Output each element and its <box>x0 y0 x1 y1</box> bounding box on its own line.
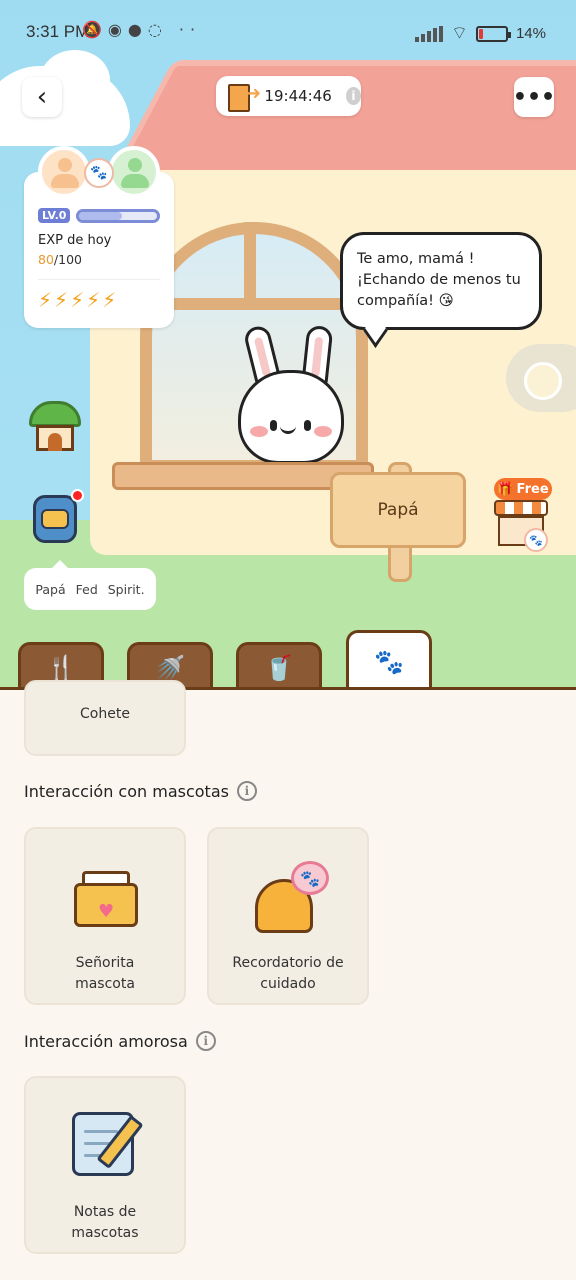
window-frame-vertical <box>244 222 256 302</box>
info-icon[interactable]: i <box>195 1031 216 1051</box>
backpack-icon <box>29 489 84 545</box>
lightning-bolt-icon: ⚡ <box>86 288 101 312</box>
battery-percent: 14% <box>515 25 546 42</box>
sign-label: Papá <box>377 500 419 520</box>
side-handle[interactable] <box>506 344 576 412</box>
lightning-bolt-icon: ⚡ <box>38 288 53 312</box>
info-icon[interactable]: i <box>345 87 361 105</box>
free-badge: 🎁 Free <box>494 478 552 500</box>
pets-interaction-icon: 🐾 <box>374 647 404 676</box>
energy-bolts: ⚡ ⚡ ⚡ ⚡ ⚡ <box>38 279 160 312</box>
mom-avatar[interactable] <box>38 146 90 198</box>
house-icon <box>29 399 81 451</box>
leave-timer[interactable]: 19:44:46 i <box>216 76 361 116</box>
bunny-right-cheek <box>314 426 332 437</box>
exp-current: 80 <box>38 252 54 267</box>
care-reminder-card[interactable]: 🐾 Recordatorio de cuidado <box>207 827 369 1005</box>
window-frame-horizontal <box>140 298 368 310</box>
bunny-left-eye <box>270 420 277 431</box>
tab-drink[interactable]: 🥤 <box>236 642 322 690</box>
rocket-card[interactable]: Cohete <box>24 680 186 756</box>
battery-icon <box>475 25 511 42</box>
interaction-panel: Cohete Interacción con mascotas i ♥ Seño… <box>0 680 576 1280</box>
section-pet-interaction: Interacción con mascotas i <box>24 781 257 801</box>
free-label: Free <box>516 481 549 497</box>
speech-bubble: Te amo, mamá ! ¡Echando de menos tu comp… <box>340 232 542 330</box>
battery-fill <box>478 28 483 39</box>
level-progress-bar <box>76 208 160 223</box>
pet-letter-label-2: mascota <box>75 976 135 992</box>
pet-letter-card[interactable]: ♥ Señorita mascota <box>24 827 186 1005</box>
bunny-pet[interactable] <box>238 370 344 464</box>
gift-icon: 🎁 <box>497 481 514 497</box>
section-title-love: Interacción amorosa <box>24 1031 188 1051</box>
care-reminder-label-2: cuidado <box>260 976 316 992</box>
pet-notes-card[interactable]: Notas de mascotas <box>24 1076 186 1254</box>
exp-total: /100 <box>53 252 82 267</box>
level-progress-fill <box>79 211 123 220</box>
lightning-bolt-icon: ⚡ <box>102 288 117 312</box>
pet-notes-label-2: mascotas <box>71 1225 139 1241</box>
back-button[interactable]: ‹ <box>22 77 62 117</box>
lightning-bolt-icon: ⚡ <box>70 288 85 312</box>
rocket-label: Cohete <box>80 706 130 722</box>
pet-house-button[interactable] <box>26 396 84 454</box>
section-love-interaction: Interacción amorosa i <box>24 1031 216 1051</box>
pet-scene: Te amo, mamá ! ¡Echando de menos tu comp… <box>0 0 576 690</box>
speech-line-3: compañía! 😘 <box>357 293 454 309</box>
bunny-left-cheek <box>250 426 268 437</box>
pet-letter-label-1: Señorita <box>75 955 135 971</box>
signal-icon <box>415 25 444 42</box>
notification-icons: 🔕◉●◌ ·· <box>82 20 202 39</box>
timer-value: 19:44:46 <box>264 87 332 105</box>
shower-icon: 🚿 <box>155 653 185 682</box>
status-right: ⌔ 14% <box>415 22 546 45</box>
more-options-button[interactable]: ••• <box>512 77 556 117</box>
dad-avatar[interactable] <box>108 146 160 198</box>
pet-notes-label-1: Notas de <box>73 1204 137 1220</box>
notification-dot <box>71 489 84 502</box>
care-reminder-label-1: Recordatorio de <box>232 955 344 971</box>
backpack-button[interactable] <box>26 488 84 546</box>
name-sign[interactable]: Papá <box>330 472 466 548</box>
status-time: 3:31 PM <box>26 22 90 41</box>
notes-icon <box>72 1108 144 1178</box>
bunny-right-eye <box>304 420 311 431</box>
door-exit-icon <box>228 83 262 112</box>
level-badge: LV.0 <box>38 208 71 223</box>
info-icon[interactable]: i <box>236 781 257 801</box>
lightning-bolt-icon: ⚡ <box>54 288 69 312</box>
shop-button[interactable]: 🎁 Free 🐾 <box>490 478 552 552</box>
more-dots-icon: ••• <box>512 84 556 110</box>
activity-toast: Papá Fed Spirit. <box>24 560 156 610</box>
shop-awning <box>494 500 548 516</box>
chevron-left-icon: ‹ <box>36 82 48 112</box>
paw-link-icon: 🐾 <box>84 158 114 188</box>
wifi-icon: ⌔ <box>451 23 468 43</box>
food-icon: 🍴 <box>46 653 76 682</box>
status-bar: 3:31 PM 🔕◉●◌ ·· ⌔ 14% <box>0 0 576 64</box>
drink-icon: 🥤 <box>264 653 294 682</box>
level-row: LV.0 <box>38 208 160 223</box>
paw-icon: 🐾 <box>524 528 548 552</box>
letter-icon: ♥ <box>74 871 138 927</box>
tab-interact[interactable]: 🐾 <box>346 630 432 690</box>
speech-line-2: ¡Echando de menos tu <box>357 272 521 288</box>
toast-text: Papá Fed Spirit. <box>35 581 145 597</box>
section-title-pet: Interacción con mascotas <box>24 781 229 801</box>
exp-label: EXP de hoy <box>38 233 112 248</box>
exp-value: 80/100 <box>38 252 160 267</box>
exp-card[interactable]: LV.0 EXP de hoy 80/100 ⚡ ⚡ ⚡ ⚡ ⚡ <box>24 172 174 328</box>
speech-line-1: Te amo, mamá ! <box>357 251 475 267</box>
bell-icon: 🐾 <box>253 861 333 933</box>
